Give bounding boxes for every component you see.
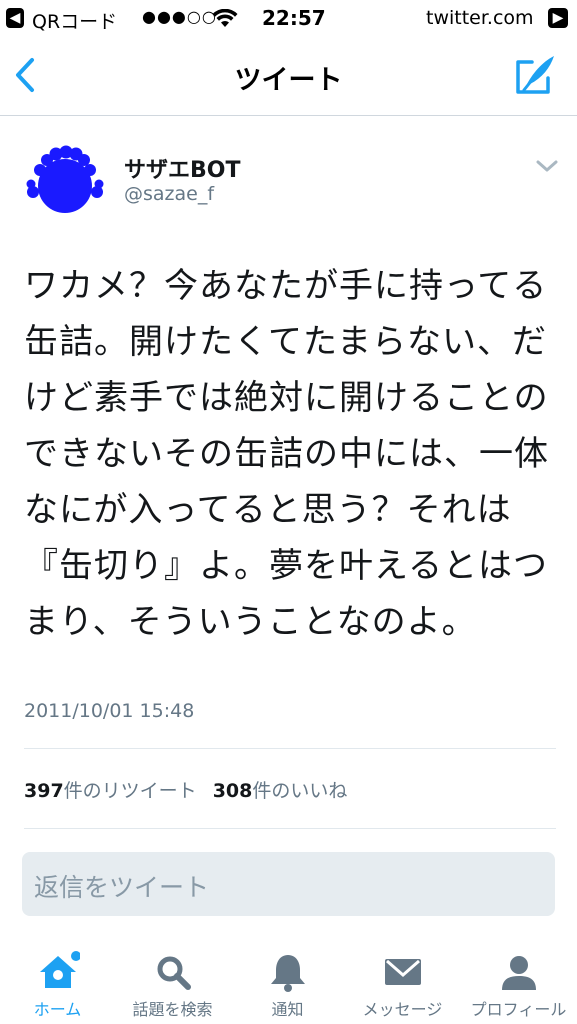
reply-input[interactable]: 返信をツイート (22, 852, 555, 916)
chevron-down-icon[interactable] (534, 156, 560, 176)
like-count: 308 (212, 780, 253, 802)
home-icon (39, 951, 80, 988)
like-stat[interactable]: 308件のいいね (213, 776, 348, 803)
tab-label: プロフィール (470, 1000, 567, 1019)
tab-messages[interactable]: メッセージ (345, 940, 460, 1024)
signal-strength: ●●●○○ (142, 7, 217, 26)
site-domain: twitter.com (426, 7, 534, 29)
avatar[interactable] (26, 142, 104, 220)
like-label: 件のいいね (252, 780, 348, 802)
tweet-text: ワカメ？今あなたが手に持ってる缶詰。開けたくてたまらない、だけど素手では絶対に開… (24, 266, 549, 642)
back-app-name[interactable]: QRコード (32, 7, 117, 34)
retweet-stat[interactable]: 397件のリツイート (24, 776, 197, 803)
tab-label: 話題を検索 (132, 1000, 213, 1019)
navigation-bar: ツイート (0, 36, 577, 116)
author-name[interactable]: サザエBOT (124, 152, 240, 184)
bell-icon (270, 955, 305, 992)
tab-bar: ホーム 話題を検索 通知 メッセージ プロフィール (0, 940, 577, 1024)
back-to-app-icon[interactable]: ◀ (6, 8, 24, 28)
wifi-icon (212, 9, 238, 27)
tab-notifications[interactable]: 通知 (230, 940, 345, 1024)
envelope-icon (384, 959, 421, 985)
tab-profile[interactable]: プロフィール (460, 940, 577, 1024)
page-title: ツイート (234, 65, 343, 96)
author-handle[interactable]: @sazae_f (124, 183, 214, 205)
open-in-app-icon[interactable]: ▶ (548, 8, 568, 28)
divider (24, 748, 556, 749)
tweet-timestamp[interactable]: 2011/10/01 15:48 (24, 700, 194, 722)
search-icon (157, 956, 191, 990)
clock: 22:57 (262, 6, 326, 30)
retweet-label: 件のリツイート (63, 780, 197, 802)
tab-search[interactable]: 話題を検索 (115, 940, 230, 1024)
person-icon (501, 956, 536, 990)
retweet-count: 397 (24, 780, 64, 802)
tab-label: 通知 (271, 1000, 304, 1019)
tab-label: メッセージ (362, 1000, 443, 1019)
tweet-stats: 397件のリツイート 308件のいいね (24, 776, 347, 803)
tab-label: ホーム (33, 1000, 82, 1019)
compose-tweet-icon[interactable] (512, 52, 558, 98)
divider (24, 828, 556, 829)
tab-home[interactable]: ホーム (0, 940, 115, 1024)
status-bar: ◀ QRコード ●●●○○ 22:57 twitter.com ▶ (0, 0, 577, 36)
